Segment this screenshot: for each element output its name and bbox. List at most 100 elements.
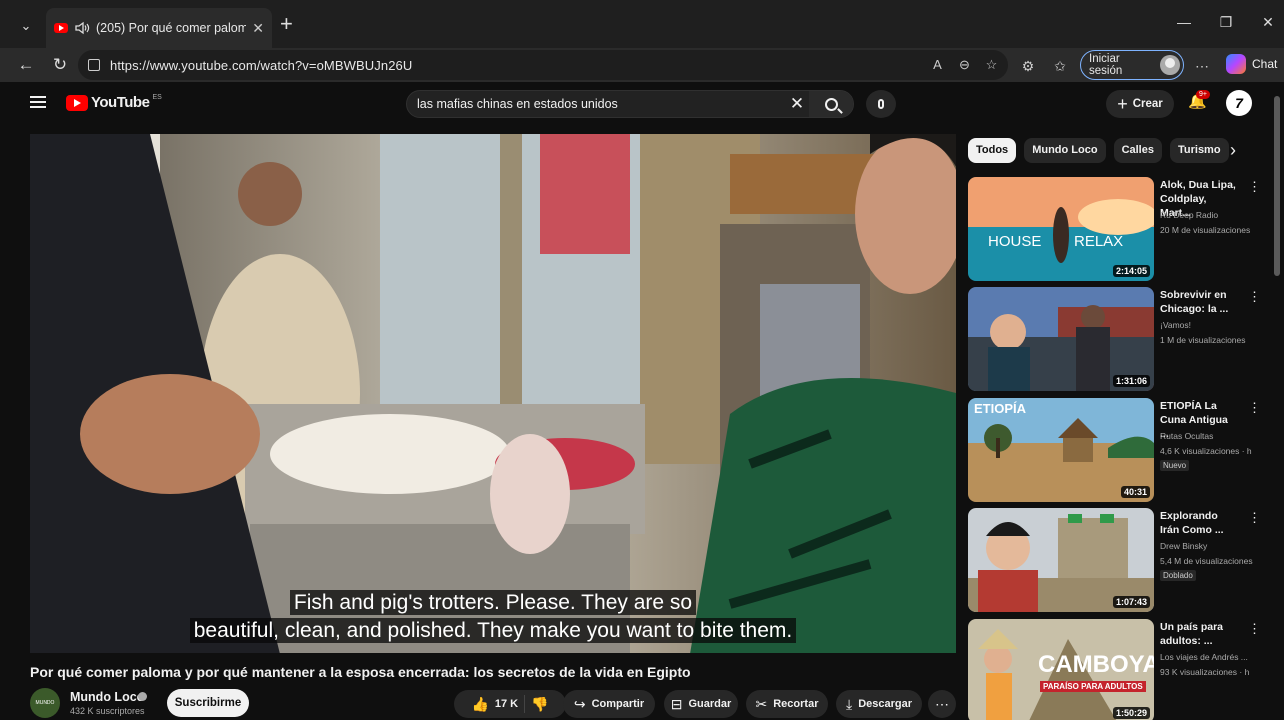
clip-label: Recortar	[773, 698, 819, 710]
download-icon: ⤓	[845, 695, 853, 712]
plus-icon: +	[1117, 93, 1128, 114]
subtitle-line-2: beautiful, clean, and polished. They mak…	[189, 618, 797, 643]
video-thumbnail[interactable]: 1:07:43	[968, 508, 1154, 612]
video-thumbnail[interactable]: 1:31:06	[968, 287, 1154, 391]
recommendation-item[interactable]: HOUSE RELAX 2:14:05 Alok, Dua Lipa, Cold…	[968, 177, 1272, 281]
youtube-play-icon	[66, 94, 88, 111]
kebab-icon[interactable]: ⋮	[1248, 621, 1261, 637]
hamburger-icon[interactable]	[30, 96, 46, 108]
video-thumbnail[interactable]: HOUSE RELAX 2:14:05	[968, 177, 1154, 281]
chip-todos[interactable]: Todos	[968, 138, 1017, 163]
new-badge: Nuevo	[1160, 460, 1190, 471]
channel-name[interactable]: Mundo Loco	[70, 690, 144, 704]
thumbnail-text: ETIOPÍA	[974, 401, 1027, 416]
minimize-icon[interactable]: —	[1174, 14, 1194, 30]
url-text[interactable]: https://www.youtube.com/watch?v=oMBWBUJn…	[110, 58, 412, 73]
video-duration: 1:07:43	[1112, 596, 1150, 608]
notification-badge: 9+	[1196, 90, 1210, 99]
clip-button[interactable]: ✂ Recortar	[746, 690, 828, 718]
url-field[interactable]: https://www.youtube.com/watch?v=oMBWBUJn…	[78, 50, 1008, 80]
more-horizontal-icon: ⋯	[935, 695, 949, 712]
avatar-icon	[1160, 55, 1180, 75]
download-label: Descargar	[858, 698, 913, 710]
recommendation-views: 5,4 M de visualizaciones	[1160, 556, 1253, 566]
recommendation-item[interactable]: 1:07:43 Explorando Irán Como ... Drew Bi…	[968, 508, 1272, 612]
youtube-page: YouTube ES ✕ + Crear 🔔 9+ 7	[10, 82, 1284, 720]
scissors-icon: ✂	[755, 695, 768, 712]
thumbnail-text-left: HOUSE	[988, 233, 1042, 250]
bookmark-icon: ⊟	[670, 695, 683, 712]
star-icon[interactable]: ☆	[983, 56, 1000, 73]
search-button[interactable]	[809, 91, 853, 117]
maximize-icon[interactable]: ❐	[1216, 14, 1236, 31]
save-button[interactable]: ⊟ Guardar	[664, 690, 738, 718]
recommendation-title[interactable]: Explorando Irán Como ...	[1160, 509, 1238, 537]
extensions-icon[interactable]: ⚙	[1018, 56, 1038, 76]
like-dislike-group: 👍 17 K 👎	[454, 690, 566, 718]
back-icon[interactable]: ←	[14, 54, 38, 76]
recommendation-channel[interactable]: Drew Binsky	[1160, 541, 1207, 551]
video-thumbnail[interactable]: CAMBOYA PARAÍSO PARA ADULTOS 1:50:29	[968, 619, 1154, 720]
recommendation-item[interactable]: ETIOPÍA 40:31 ETIOPÍA La Cuna Antigua ..…	[968, 398, 1272, 502]
recommendation-item[interactable]: CAMBOYA PARAÍSO PARA ADULTOS 1:50:29 Un …	[968, 619, 1272, 720]
favorites-icon[interactable]: ✩	[1050, 56, 1070, 76]
kebab-icon[interactable]: ⋮	[1248, 400, 1261, 416]
video-duration: 40:31	[1120, 486, 1150, 498]
speaker-icon[interactable]	[74, 20, 90, 36]
copilot-icon	[1226, 54, 1246, 74]
search-input[interactable]	[407, 97, 785, 111]
share-button[interactable]: ↪ Compartir	[563, 690, 655, 718]
window-close-icon[interactable]: ✕	[1258, 14, 1278, 31]
chevron-right-icon[interactable]: ›	[1230, 140, 1236, 161]
create-button[interactable]: + Crear	[1106, 90, 1174, 118]
page-scrollbar[interactable]	[1274, 96, 1280, 276]
recommendation-item[interactable]: 1:31:06 Sobrevivir en Chicago: la ... ¡V…	[968, 287, 1272, 391]
recommendation-title[interactable]: Un país para adultos: ...	[1160, 620, 1238, 648]
more-actions-button[interactable]: ⋯	[928, 690, 956, 718]
profile-avatar[interactable]: 7	[1226, 90, 1252, 116]
close-icon[interactable]: ✕	[252, 20, 264, 37]
more-icon[interactable]: ⋯	[1192, 56, 1212, 76]
recommendation-channel[interactable]: ¡Vamos!	[1160, 320, 1191, 330]
mic-icon	[878, 99, 884, 109]
signin-button[interactable]: Iniciar sesión	[1080, 50, 1184, 80]
video-duration: 1:31:06	[1112, 375, 1150, 387]
subscribe-button[interactable]: Suscribirme	[167, 689, 249, 717]
zoom-icon[interactable]: ⊖	[956, 56, 973, 73]
create-label: Crear	[1132, 98, 1163, 110]
read-aloud-icon[interactable]: A	[929, 56, 946, 73]
new-tab-icon[interactable]: +	[280, 13, 293, 35]
clear-search-icon[interactable]: ✕	[785, 94, 809, 114]
share-icon: ↪	[573, 695, 586, 712]
lock-icon[interactable]	[88, 59, 100, 71]
chat-label: Chat	[1252, 57, 1278, 71]
kebab-icon[interactable]: ⋮	[1248, 510, 1261, 526]
tab-list-icon[interactable]: ⌄	[12, 12, 40, 40]
recommendation-channel[interactable]: Rutas Ocultas	[1160, 431, 1213, 441]
like-separator	[524, 695, 526, 713]
video-frame	[30, 134, 956, 653]
dubbed-badge: Doblado	[1160, 570, 1196, 581]
voice-search-button[interactable]	[866, 90, 896, 118]
recommendation-channel[interactable]: Los viajes de Andrés ...	[1160, 652, 1248, 662]
video-thumbnail[interactable]: ETIOPÍA 40:31	[968, 398, 1154, 502]
chip-turismo[interactable]: Turismo	[1169, 138, 1229, 163]
copilot-chat-button[interactable]: Chat	[1226, 54, 1277, 74]
dislike-icon[interactable]: 👎	[531, 696, 548, 713]
share-label: Compartir	[591, 698, 645, 710]
kebab-icon[interactable]: ⋮	[1248, 289, 1261, 305]
video-player[interactable]: Fish and pig's trotters. Please. They ar…	[30, 134, 956, 653]
like-icon[interactable]: 👍	[471, 696, 488, 713]
recommendation-channel[interactable]: Ru Deep Radio	[1160, 210, 1218, 220]
download-button[interactable]: ⤓ Descargar	[836, 690, 922, 718]
kebab-icon[interactable]: ⋮	[1248, 179, 1261, 195]
refresh-icon[interactable]: ↻	[48, 54, 72, 76]
chip-mundo-loco[interactable]: Mundo Loco	[1024, 138, 1106, 163]
verified-icon	[138, 692, 147, 701]
youtube-logo[interactable]: YouTube ES	[66, 94, 162, 111]
like-count[interactable]: 17 K	[495, 698, 518, 710]
recommendation-title[interactable]: Sobrevivir en Chicago: la ...	[1160, 288, 1238, 316]
channel-avatar[interactable]: MUNDO LOCO	[30, 688, 60, 718]
browser-tab-active[interactable]: (205) Por qué comer paloma y por qué man…	[46, 8, 272, 48]
chip-calles[interactable]: Calles	[1113, 138, 1162, 163]
